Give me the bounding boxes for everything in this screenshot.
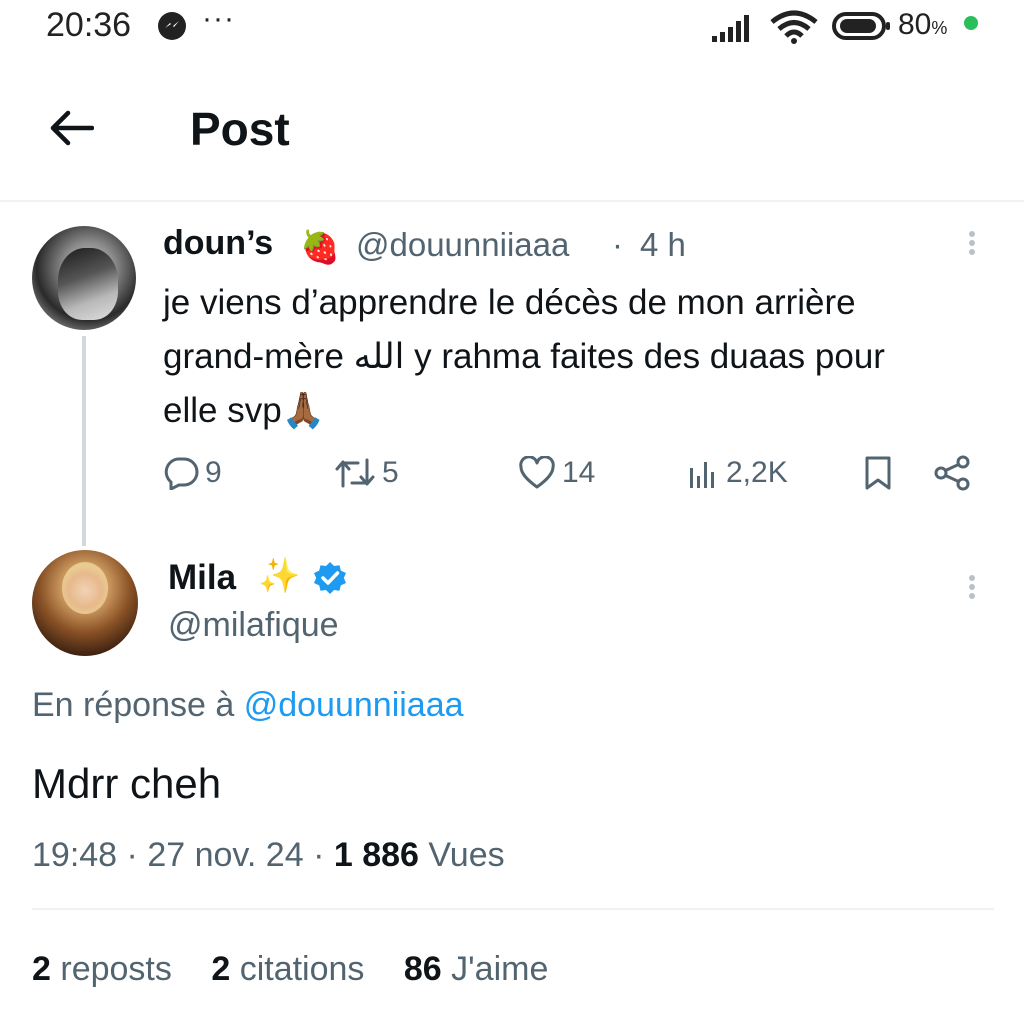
strawberry-emoji: 🍓 [300,229,340,265]
reposts-count: 2 [32,950,51,988]
more-dot-icon [969,584,975,590]
reply-display-name[interactable]: Mila [168,558,236,598]
reply-context-prefix: En réponse à [32,686,235,724]
reply-time[interactable]: 19:48 [32,836,117,874]
reply-tweet-text: Mdrr cheh [32,760,222,807]
avatar-douunniiaaa[interactable] [32,226,136,330]
likes-count: 86 [403,950,442,988]
like-button[interactable]: 14 [518,450,595,496]
thread-connector-line [82,336,86,546]
parent-text-line: elle svp🙏🏾 [163,391,326,430]
battery-percentage: 80% [898,8,948,41]
battery-icon [832,12,892,45]
likes-label: J'aime [451,950,549,988]
reply-views-label: Vues [428,836,505,874]
separator-dot: · [126,836,138,874]
separator-dot: · [313,836,325,874]
views-button[interactable]: 2,2K [686,450,788,496]
parent-text-line: grand-mère الله y rahma faites des duaas… [163,337,885,376]
sparkles-emoji: ✨ [258,557,301,595]
reply-icon [164,457,199,490]
reply-context: En réponse à @douunniiaaa [32,686,464,725]
parent-action-bar: 9 5 14 2,2K [0,450,1024,500]
heart-icon [519,456,555,489]
quotes-count: 2 [211,950,231,988]
more-dot-icon [969,231,975,237]
back-button[interactable] [48,108,98,148]
messenger-icon [158,12,186,40]
parent-timestamp[interactable]: 4 h [640,226,686,264]
status-time: 20:36 [46,6,132,44]
views-count: 2,2K [726,456,788,489]
repost-count: 5 [382,456,399,489]
more-dot-icon [969,575,975,581]
share-button[interactable] [932,450,972,496]
reposts-stat[interactable]: 2 reposts [32,950,172,989]
separator-dot: · [612,226,623,263]
signal-icon [712,12,758,47]
reply-metadata: 19:48 · 27 nov. 24 · 1 886 Vues [32,836,505,875]
more-notifications-icon: ··· [202,2,235,35]
verified-badge-icon[interactable] [312,560,348,601]
engagement-stats: 2 reposts 2 citations 86 J'aime [32,950,578,989]
avatar-milafique[interactable] [32,550,138,656]
more-dot-icon [969,593,975,599]
arrow-left-icon [50,110,95,146]
reply-to-handle-link[interactable]: @douunniiaaa [244,686,464,724]
reply-views-count: 1 886 [333,836,419,874]
post-header: Post [0,90,1024,180]
more-options-button[interactable] [962,572,982,612]
bookmark-icon [865,456,891,490]
privacy-indicator-dot [964,16,978,30]
reply-count: 9 [205,456,222,489]
repost-button[interactable]: 5 [334,450,399,496]
quotes-stat[interactable]: 2 citations [211,950,364,989]
share-icon [934,455,970,491]
header-divider [0,200,1024,202]
more-options-button[interactable] [962,228,982,268]
parent-display-name[interactable]: doun’s [163,224,273,263]
bookmark-button[interactable] [862,450,894,496]
quotes-label: citations [239,950,365,988]
parent-tweet-text: je viens d’apprendre le décès de mon arr… [163,276,993,438]
reply-handle[interactable]: @milafique [168,606,339,645]
page-title: Post [190,103,290,155]
views-chart-icon [690,462,714,488]
more-dot-icon [969,249,975,255]
stats-divider [32,908,994,910]
wifi-icon [770,10,818,49]
reply-button[interactable]: 9 [163,450,222,496]
like-count: 14 [562,456,596,489]
more-dot-icon [969,240,975,246]
repost-icon [335,458,375,488]
likes-stat[interactable]: 86 J'aime [404,950,548,989]
parent-text-line: je viens d’apprendre le décès de mon arr… [163,283,856,322]
reposts-label: reposts [60,950,172,988]
status-bar: 20:36 ··· 80% [0,0,1024,56]
reply-date[interactable]: 27 nov. 24 [147,836,303,874]
parent-handle[interactable]: @douunniiaaa [356,226,569,264]
